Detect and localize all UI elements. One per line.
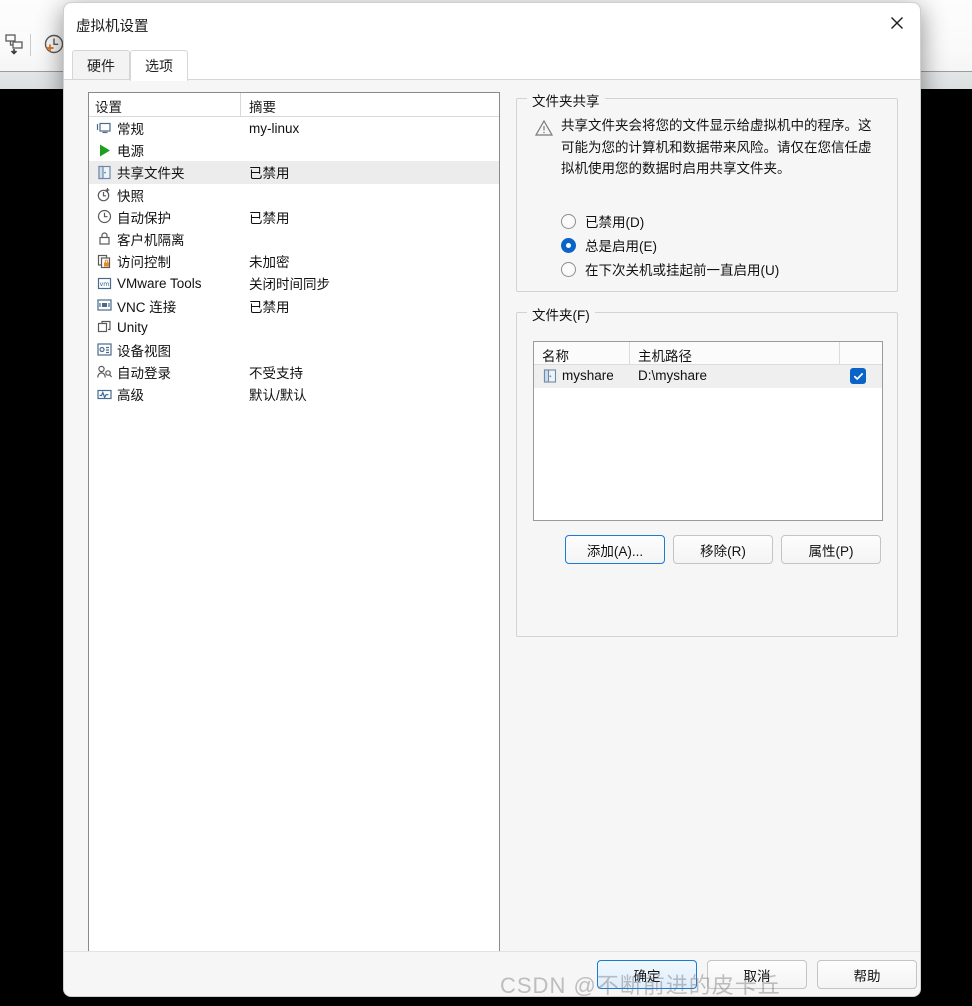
settings-row-label: 自动登录 [117, 366, 171, 382]
settings-row-12[interactable]: 自动登录 不受支持 [89, 361, 499, 383]
unity-icon [95, 319, 113, 337]
settings-row-label: 快照 [117, 188, 144, 204]
toolbar-separator [30, 34, 31, 56]
cancel-button[interactable]: 取消 [707, 960, 807, 989]
monitor-icon [95, 119, 113, 137]
snapshot-icon [95, 186, 113, 204]
radio-disabled-label: 已禁用(D) [585, 215, 645, 230]
settings-row-label: 访问控制 [117, 255, 171, 271]
radio-disabled[interactable]: 已禁用(D) [561, 211, 644, 231]
column-header-summary: 摘要 [249, 100, 276, 115]
manage-snapshots-icon[interactable] [2, 32, 28, 58]
settings-row-label: 共享文件夹 [117, 166, 185, 182]
settings-row-summary: 不受支持 [249, 366, 303, 382]
tab-hardware[interactable]: 硬件 [72, 50, 130, 80]
folders-table-header: 名称 主机路径 [534, 342, 882, 365]
folders-table[interactable]: 名称 主机路径 myshare D:\myshare [533, 341, 883, 521]
access-control-icon [95, 252, 113, 270]
settings-row-5[interactable]: 自动保护 已禁用 [89, 206, 499, 228]
settings-row-label: Unity [117, 320, 148, 336]
folder-sharing-warning-text: 共享文件夹会将您的文件显示给虚拟机中的程序。这可能为您的计算机和数据带来风险。请… [561, 118, 872, 176]
settings-row-7[interactable]: 访问控制 未加密 [89, 250, 499, 272]
settings-row-2[interactable]: 电源 [89, 139, 499, 161]
settings-row-summary: 未加密 [249, 255, 290, 271]
settings-list-rows: 常规 my-linux 电源 共享文件夹 已禁用 快照 自动保护 已禁用 客户机隔离 访问控制 未加… [89, 117, 499, 405]
settings-list[interactable]: 设置 摘要 常规 my-linux 电源 共享文件夹 已禁用 快照 自动保护 已禁用 客户机隔离… [88, 92, 500, 953]
vmware-tools-icon: vm [95, 274, 113, 292]
advanced-icon [95, 385, 113, 403]
folders-title: 文件夹(F) [527, 304, 595, 324]
folder-name: myshare [562, 368, 614, 383]
settings-row-4[interactable]: 快照 [89, 184, 499, 206]
shared-folder-icon [95, 163, 113, 181]
column-header-settings: 设置 [95, 100, 122, 115]
lock-icon [95, 230, 113, 248]
autologin-icon [95, 363, 113, 381]
settings-row-label: 设备视图 [117, 343, 171, 359]
settings-row-3[interactable]: 共享文件夹 已禁用 [89, 161, 499, 184]
settings-row-11[interactable]: 设备视图 [89, 339, 499, 361]
close-icon[interactable] [874, 3, 920, 43]
settings-row-13[interactable]: 高级 默认/默认 [89, 383, 499, 405]
radio-always-enabled-indicator[interactable] [561, 237, 576, 253]
folder-sharing-group: 文件夹共享 共享文件夹会将您的文件显示给虚拟机中的程序。这可能为您的计算机和数据… [516, 90, 898, 292]
tab-options[interactable]: 选项 [130, 50, 188, 81]
device-view-icon [95, 341, 113, 359]
ok-button[interactable]: 确定 [597, 960, 697, 989]
settings-row-1[interactable]: 常规 my-linux [89, 117, 499, 139]
settings-row-9[interactable]: VNC 连接 已禁用 [89, 295, 499, 317]
add-folder-button[interactable]: 添加(A)... [565, 535, 665, 564]
settings-row-summary: 已禁用 [249, 299, 290, 315]
folders-group: 文件夹(F) 名称 主机路径 myshare D:\myshare 添加(A).… [516, 304, 898, 637]
folders-column-name: 名称 [542, 349, 569, 364]
radio-enabled-until-shutdown-label: 在下次关机或挂起前一直启用(U) [585, 263, 780, 278]
autoprotect-icon [95, 208, 113, 226]
dialog-footer: 确定 取消 帮助 [64, 951, 920, 996]
settings-list-header: 设置 摘要 [89, 93, 499, 117]
warning-icon [534, 119, 554, 137]
settings-row-summary: my-linux [249, 120, 300, 136]
radio-always-enabled-label: 总是启用(E) [585, 239, 657, 254]
shared-folder-icon [542, 368, 558, 384]
settings-row-label: 高级 [117, 388, 144, 404]
dialog-tabstrip: 硬件 选项 [64, 47, 920, 81]
radio-always-enabled[interactable]: 总是启用(E) [561, 235, 657, 255]
settings-row-summary: 已禁用 [249, 210, 290, 226]
settings-row-summary: 已禁用 [249, 166, 290, 182]
svg-text:vm: vm [99, 281, 109, 288]
settings-row-label: VMware Tools [117, 275, 202, 291]
options-panel: 设置 摘要 常规 my-linux 电源 共享文件夹 已禁用 快照 自动保护 已禁用 客户机隔离… [64, 80, 920, 953]
power-icon [95, 141, 113, 159]
settings-row-summary: 关闭时间同步 [249, 277, 330, 293]
dialog-title: 虚拟机设置 [76, 19, 149, 35]
dialog-titlebar: 虚拟机设置 [64, 3, 920, 47]
folders-column-divider-1 [629, 342, 630, 365]
table-row[interactable]: myshare D:\myshare [534, 365, 882, 388]
folder-properties-button[interactable]: 属性(P) [781, 535, 881, 564]
settings-row-label: 常规 [117, 122, 144, 138]
settings-row-summary: 默认/默认 [249, 388, 307, 404]
help-button[interactable]: 帮助 [817, 960, 917, 989]
radio-enabled-until-shutdown[interactable]: 在下次关机或挂起前一直启用(U) [561, 259, 779, 279]
settings-row-8[interactable]: vm VMware Tools 关闭时间同步 [89, 272, 499, 294]
vnc-icon [95, 297, 113, 315]
settings-row-label: 客户机隔离 [117, 233, 185, 249]
folder-enabled-checkbox[interactable] [850, 368, 866, 384]
settings-row-6[interactable]: 客户机隔离 [89, 228, 499, 250]
settings-row-label: VNC 连接 [117, 299, 177, 315]
column-divider [240, 93, 241, 117]
remove-folder-button[interactable]: 移除(R) [673, 535, 773, 564]
radio-disabled-indicator[interactable] [561, 213, 576, 229]
folders-column-path: 主机路径 [638, 349, 692, 364]
folders-column-divider-2 [839, 342, 840, 365]
folder-host-path: D:\myshare [638, 368, 708, 383]
settings-row-10[interactable]: Unity [89, 317, 499, 339]
folder-sharing-title: 文件夹共享 [527, 90, 605, 110]
radio-enabled-until-shutdown-indicator[interactable] [561, 261, 576, 277]
settings-row-label: 电源 [117, 144, 144, 160]
settings-row-label: 自动保护 [117, 210, 171, 226]
vm-settings-dialog: 虚拟机设置 硬件 选项 设置 摘要 常规 my-linux 电源 共享文件夹 已禁用 快照… [63, 2, 921, 997]
